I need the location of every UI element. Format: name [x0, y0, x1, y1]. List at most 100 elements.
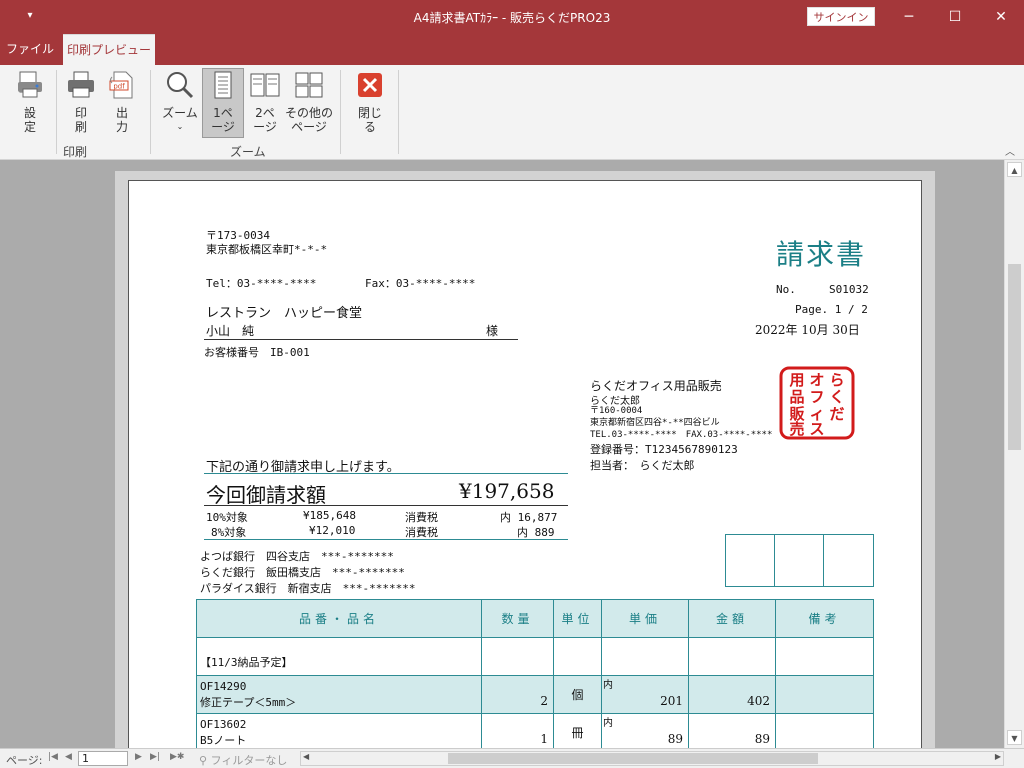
- item-unit: 個: [553, 675, 602, 714]
- seller-tel-fax: TEL.03-****-**** FAX.03-****-****: [590, 430, 773, 440]
- item-unit: 冊: [553, 713, 602, 748]
- page-number-input[interactable]: 1: [78, 751, 128, 766]
- svg-text:用: 用: [789, 371, 804, 389]
- stamp-box-divider: [774, 535, 775, 586]
- table-cell: [688, 637, 776, 676]
- item-note: [775, 713, 874, 748]
- scroll-left-icon[interactable]: ◀: [303, 752, 309, 761]
- minimize-icon[interactable]: ─: [886, 0, 932, 34]
- previous-page-icon[interactable]: ◀: [65, 752, 72, 762]
- ribbon: 設定 印刷 pdf 出力 印刷 ズーム ⌄ 1ページ 2ページ その他のページ …: [0, 65, 1024, 160]
- invoice-no-label: No.: [776, 283, 796, 296]
- collapse-ribbon-icon[interactable]: ︿: [1005, 143, 1015, 158]
- table-cell: [481, 637, 554, 676]
- single-page-icon: [214, 71, 232, 99]
- table-row: 【11/3納品予定】: [196, 637, 874, 676]
- horizontal-scrollbar[interactable]: ◀ ▶: [300, 751, 1004, 766]
- tax8-tax: 内 889: [517, 526, 555, 539]
- seller-registration-no: 登録番号：T1234567890123: [590, 443, 738, 456]
- other-pages-label: その他のページ: [285, 106, 334, 134]
- table-row: OF14290 修正テープ＜5mm＞ 2 個 内 201 402: [196, 675, 874, 714]
- new-record-icon[interactable]: ▶✱: [170, 752, 184, 762]
- bank-account: パラダイス銀行 新宿支店 ***-*******: [200, 582, 416, 595]
- next-page-icon[interactable]: ▶: [135, 752, 142, 762]
- output-button[interactable]: pdf 出力: [104, 69, 140, 134]
- setup-button[interactable]: 設定: [12, 69, 48, 134]
- multiple-pages-icon: [295, 72, 323, 98]
- first-page-icon[interactable]: |◀: [48, 752, 58, 762]
- honorific: 様: [486, 324, 499, 338]
- print-button[interactable]: 印刷: [63, 69, 99, 134]
- close-preview-button[interactable]: 閉じる: [352, 69, 388, 134]
- scroll-right-icon[interactable]: ▶: [995, 752, 1001, 761]
- output-label: 出力: [116, 106, 129, 134]
- svg-text:オ: オ: [809, 371, 824, 389]
- svg-text:売: 売: [789, 420, 804, 438]
- tax8-tax-label: 消費税: [405, 526, 438, 539]
- customer-contact: 小山 純: [206, 324, 255, 338]
- item-code: OF14290: [200, 679, 247, 693]
- zoom-button[interactable]: ズーム ⌄: [160, 69, 200, 134]
- table-cell: [775, 637, 874, 676]
- title-bar: ▾ A4請求書ATｶﾗｰ - 販売らくだPRO23 サインイン ─ ☐ ✕: [0, 0, 1024, 34]
- seller-representative: 担当者： らくだ太郎: [590, 459, 695, 472]
- two-pages-label: 2ページ: [253, 106, 277, 134]
- svg-text:品: 品: [789, 388, 804, 406]
- table-cell: [553, 637, 602, 676]
- signin-button[interactable]: サインイン: [807, 7, 875, 26]
- item-name: 修正テープ＜5mm＞: [200, 695, 297, 709]
- close-preview-icon: [358, 73, 382, 97]
- bank-account: よつば銀行 四谷支店 ***-*******: [200, 550, 394, 563]
- two-pages-icon: [250, 73, 280, 97]
- item-price: 201: [660, 694, 683, 708]
- page-setup-icon: [18, 71, 42, 98]
- column-header: 単位: [553, 599, 602, 638]
- vertical-scrollbar[interactable]: ▲ ▼: [1004, 160, 1024, 748]
- page-number: Page. 1 / 2: [795, 303, 868, 316]
- two-pages-button[interactable]: 2ページ: [247, 69, 283, 134]
- one-page-label: 1ページ: [211, 106, 235, 134]
- sender-address: 東京都板橋区幸町*-*-*: [206, 243, 328, 256]
- svg-text:ら: ら: [829, 371, 844, 389]
- column-header: 金額: [688, 599, 776, 638]
- total-amount: ¥197,658: [459, 479, 555, 503]
- close-icon[interactable]: ✕: [978, 0, 1024, 34]
- item-qty: 2: [481, 675, 554, 714]
- item-price: 89: [667, 732, 683, 746]
- table-cell: [601, 637, 689, 676]
- pdf-icon: pdf: [109, 71, 133, 99]
- close-preview-label: 閉じる: [358, 106, 383, 134]
- scroll-down-icon[interactable]: ▼: [1007, 730, 1022, 745]
- tab-file[interactable]: ファイル: [4, 34, 56, 65]
- bank-account: らくだ銀行 飯田橋支店 ***-*******: [200, 566, 405, 579]
- customer-name: レストラン ハッピー食堂: [206, 306, 363, 321]
- maximize-icon[interactable]: ☐: [932, 0, 978, 34]
- status-bar: ページ: |◀ ◀ 1 ▶ ▶| ▶✱ ⚲ フィルターなし ◀ ▶: [0, 748, 1024, 768]
- preview-area[interactable]: 〒173-0034 東京都板橋区幸町*-*-* Tel：03-****-****…: [0, 160, 1004, 748]
- horizontal-scroll-thumb[interactable]: [448, 753, 818, 764]
- other-pages-button[interactable]: その他のページ: [285, 69, 333, 134]
- item-code: OF13602: [200, 717, 247, 731]
- notice-underline: [204, 473, 568, 474]
- table-row: OF13602 B5ノート 1 冊 内 89 89: [196, 713, 874, 748]
- print-label: 印刷: [75, 106, 88, 134]
- total-label: 今回御請求額: [206, 483, 326, 507]
- sender-fax: Fax：03-****-****: [365, 277, 476, 290]
- last-page-icon[interactable]: ▶|: [150, 752, 160, 762]
- scroll-up-icon[interactable]: ▲: [1007, 162, 1022, 177]
- ribbon-tabs: ファイル 印刷プレビュー: [0, 34, 1024, 65]
- one-page-button[interactable]: 1ページ: [202, 68, 244, 138]
- page-shadow: 〒173-0034 東京都板橋区幸町*-*-* Tel：03-****-****…: [115, 171, 935, 748]
- table-header-row: 品番・品名 数量 単位 単価 金額 備考: [196, 599, 874, 638]
- sender-tel: Tel：03-****-****: [206, 277, 317, 290]
- svg-text:ス: ス: [809, 420, 824, 438]
- tax8-amount: ¥12,010: [309, 524, 356, 537]
- approval-stamp-boxes: [725, 534, 874, 587]
- item-amount: 402: [688, 675, 776, 714]
- filter-status[interactable]: ⚲ フィルターなし: [199, 752, 287, 768]
- item-price-cell: 内 89: [601, 713, 689, 748]
- scroll-thumb[interactable]: [1008, 264, 1021, 450]
- magnifier-icon: [167, 72, 194, 99]
- tab-print-preview[interactable]: 印刷プレビュー: [63, 34, 155, 65]
- group-label-print: 印刷: [63, 145, 88, 159]
